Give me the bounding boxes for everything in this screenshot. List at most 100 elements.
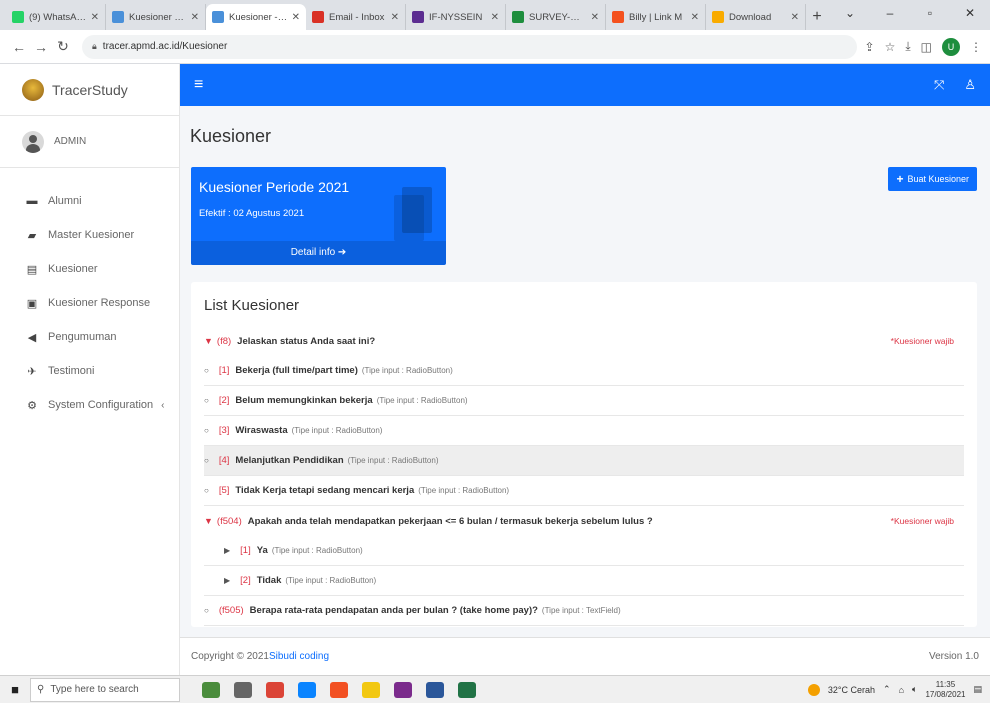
word-icon[interactable] xyxy=(426,681,444,698)
detail-info-link[interactable]: Detail info ➔ xyxy=(191,241,446,265)
network-icon[interactable]: ⌂ xyxy=(899,685,904,695)
caret-right-icon: ▶ xyxy=(224,546,231,555)
browser-tab[interactable]: IF-NYSSEIN ✕ xyxy=(406,4,506,30)
weather-icon[interactable] xyxy=(807,683,820,696)
sidebar-item[interactable]: ⚙ System Configuration ‹ xyxy=(0,388,179,422)
caret-down-icon[interactable]: ▼ xyxy=(204,516,213,526)
brand[interactable]: TracerStudy xyxy=(0,64,179,116)
share-icon[interactable]: ⇪ xyxy=(865,40,875,54)
sidebar-item-label: System Configuration xyxy=(48,399,154,411)
tab-close-icon[interactable]: ✕ xyxy=(691,12,699,23)
favicon-icon xyxy=(212,11,224,23)
browser-tab[interactable]: Download ✕ xyxy=(706,4,806,30)
weather-text[interactable]: 32°C Cerah xyxy=(828,685,875,695)
chevron-down-icon[interactable]: ⌄ xyxy=(830,0,870,30)
question-option[interactable]: ▶ [2] Tidak (Tipe input : RadioButton) xyxy=(204,566,964,596)
download-icon[interactable]: ⤓ xyxy=(905,39,910,54)
chrome-icon[interactable] xyxy=(266,681,284,698)
tab-close-icon[interactable]: ✕ xyxy=(292,12,300,23)
excel-icon[interactable] xyxy=(458,681,476,698)
profile-avatar[interactable]: U xyxy=(942,37,960,56)
url-input[interactable]: 🔒︎ tracer.apmd.ac.id/Kuesioner xyxy=(82,34,857,59)
back-icon[interactable]: ← xyxy=(8,39,30,55)
app-icon[interactable] xyxy=(234,681,252,698)
tab-close-icon[interactable]: ✕ xyxy=(391,12,399,23)
footer-link[interactable]: Sibudi coding xyxy=(269,651,329,662)
question-option[interactable]: ○ [1] Bekerja (full time/part time) (Tipe i… xyxy=(204,356,964,386)
favicon-icon xyxy=(12,11,24,23)
tab-close-icon[interactable]: ✕ xyxy=(591,12,599,23)
sidebar-item[interactable]: ◀ Pengumuman xyxy=(0,320,179,354)
input-type-label: (Tipe input : RadioButton) xyxy=(291,426,383,435)
sidebar-item[interactable]: ▬ Alumni xyxy=(0,184,179,218)
browser-tab[interactable]: (9) WhatsApp ✕ xyxy=(6,4,106,30)
hamburger-menu-icon[interactable]: ≡ xyxy=(194,76,203,94)
close-icon[interactable]: ✕ xyxy=(950,0,990,30)
browser-tab-label: (9) WhatsApp xyxy=(29,11,87,23)
clock[interactable]: 11:35 17/08/2021 xyxy=(925,680,965,700)
fullscreen-icon[interactable]: ⤧ xyxy=(934,77,944,93)
browser-tab-label: Billy | Link M xyxy=(629,11,683,23)
sidebar-item[interactable]: ▰ Master Kuesioner xyxy=(0,218,179,252)
question-header[interactable]: ▼(f510)Dimana lokasi tempat Anda bekerja… xyxy=(204,626,964,627)
question-header[interactable]: ▼ (f504) Apakah anda telah mendapatkan pek… xyxy=(204,506,964,536)
reload-icon[interactable]: ↻ xyxy=(52,38,74,55)
question-option[interactable]: ○ [4] Melanjutkan Pendidikan (Tipe input : … xyxy=(204,446,964,476)
kebab-menu-icon[interactable]: ⋮ xyxy=(970,40,982,54)
circle-icon: ○ xyxy=(204,456,209,465)
tab-close-icon[interactable]: ✕ xyxy=(91,12,99,23)
browser-tab[interactable]: Email - Inbox ✕ xyxy=(306,4,406,30)
notification-icon[interactable]: ▤ xyxy=(973,684,982,695)
volume-icon[interactable]: 🔈︎ xyxy=(912,684,917,695)
question-header[interactable]: ▼ (f8) Jelaskan status Anda saat ini? *Kues… xyxy=(204,326,964,356)
tab-close-icon[interactable]: ✕ xyxy=(191,12,199,23)
question-text: Tidak Kerja tetapi sedang mencari kerja xyxy=(235,485,415,496)
browser-tab-label: Download xyxy=(729,11,772,23)
info-box-subtitle: Efektif : 02 Agustus 2021 xyxy=(199,208,305,219)
sidebar-item[interactable]: ▤ Kuesioner xyxy=(0,252,179,286)
question-code: [1] xyxy=(240,545,251,556)
user-icon[interactable]: ♙ xyxy=(964,77,976,93)
taskbar-search[interactable]: ⚲ Type here to search xyxy=(30,677,180,702)
minimize-icon[interactable]: – xyxy=(870,0,910,30)
new-tab-button[interactable]: + xyxy=(806,4,828,30)
required-badge: *Kuesioner wajib xyxy=(890,336,954,346)
sidebar-item[interactable]: ✈ Testimoni xyxy=(0,354,179,388)
circle-icon: ○ xyxy=(204,486,209,495)
app-icon[interactable] xyxy=(394,681,412,698)
taskbar-search-placeholder: Type here to search xyxy=(50,684,139,695)
app-icon[interactable] xyxy=(202,681,220,698)
browser-tab[interactable]: Billy | Link M ✕ xyxy=(606,4,706,30)
app-icon[interactable] xyxy=(330,681,348,698)
input-type-label: (Tipe input : RadioButton) xyxy=(376,396,468,405)
user-panel[interactable]: ADMIN xyxy=(0,116,179,168)
tab-close-icon[interactable]: ✕ xyxy=(491,12,499,23)
browser-tab[interactable]: Kuesioner Bru ✕ xyxy=(106,4,206,30)
browser-tab[interactable]: SURVEY-WHS ✕ xyxy=(506,4,606,30)
os-taskbar: ■ ⚲ Type here to search 32°C Cerah ⌃ ⌂ 🔈… xyxy=(0,675,990,703)
edge-icon[interactable] xyxy=(298,681,316,698)
explorer-icon[interactable] xyxy=(362,681,380,698)
circle-icon: ○ xyxy=(204,366,209,375)
version-text: Version 1.0 xyxy=(928,651,979,662)
question-option[interactable]: ▶ [1] Ya (Tipe input : RadioButton) xyxy=(204,536,964,566)
add-kuesioner-button[interactable]: + Buat Kuesioner xyxy=(888,167,977,191)
star-icon[interactable]: ☆ xyxy=(885,40,896,54)
clock-date: 17/08/2021 xyxy=(925,689,966,699)
forward-icon[interactable]: → xyxy=(30,39,52,55)
input-type-label: (Tipe input : RadioButton) xyxy=(347,456,439,465)
tray-chevron-icon[interactable]: ⌃ xyxy=(883,684,891,695)
question-option[interactable]: ○ [2] Belum memungkinkan bekerja (Tipe inpu… xyxy=(204,386,964,416)
question-option[interactable]: ○ [3] Wiraswasta (Tipe input : RadioButton) xyxy=(204,416,964,446)
sidebar-item[interactable]: ▣ Kuesioner Response xyxy=(0,286,179,320)
sidepanel-icon[interactable]: ◫ xyxy=(921,40,932,54)
sidebar-item-label: Master Kuesioner xyxy=(48,229,135,241)
browser-tab[interactable]: Kuesioner - Tra ✕ xyxy=(206,4,306,30)
chevron-left-icon[interactable]: ‹ xyxy=(161,400,164,411)
maximize-icon[interactable]: ▫ xyxy=(910,0,950,30)
tab-close-icon[interactable]: ✕ xyxy=(791,12,799,23)
question-option[interactable]: ○ [5] Tidak Kerja tetapi sedang mencari ke… xyxy=(204,476,964,506)
question-option[interactable]: ○ (f505) Berapa rata-rata pendapatan anda … xyxy=(204,596,964,626)
windows-start-icon[interactable]: ■ xyxy=(0,682,30,697)
caret-down-icon[interactable]: ▼ xyxy=(204,336,213,346)
